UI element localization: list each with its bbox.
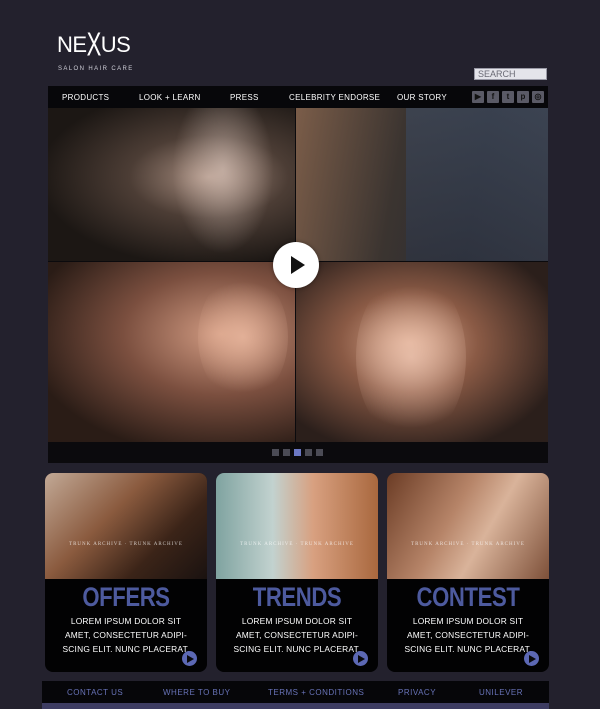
hero-image-stylist-hands xyxy=(296,108,548,261)
hero-image-woman-hair xyxy=(48,108,295,261)
carousel-dot[interactable] xyxy=(272,449,279,456)
card-text: LOREM IPSUM DOLOR SIT AMET, CONSECTETUR … xyxy=(404,616,532,654)
card-contest[interactable]: TRUNK ARCHIVE · TRUNK ARCHIVE CONTEST LO… xyxy=(387,473,549,672)
card-title: OFFERS xyxy=(82,582,170,612)
hero-video[interactable] xyxy=(48,108,548,463)
carousel-dots xyxy=(272,449,323,456)
nav-item-celebrity-endorse[interactable]: CELEBRITY ENDORSE xyxy=(289,93,380,102)
card-arrow-icon[interactable] xyxy=(353,651,368,666)
card-title: CONTEST xyxy=(416,582,520,612)
footer-link-terms[interactable]: TERMS + CONDITIONS xyxy=(268,688,364,697)
nexus-logo[interactable]: NEXUS SALON HAIR CARE xyxy=(57,22,139,74)
pinterest-icon[interactable]: p xyxy=(517,91,529,103)
card-image: TRUNK ARCHIVE · TRUNK ARCHIVE xyxy=(216,473,378,579)
nav-item-press[interactable]: PRESS xyxy=(230,93,259,102)
card-arrow-icon[interactable] xyxy=(524,651,539,666)
nav-item-our-story[interactable]: OUR STORY xyxy=(397,93,447,102)
footer-nav: CONTACT US WHERE TO BUY TERMS + CONDITIO… xyxy=(42,681,549,703)
twitter-icon[interactable]: t xyxy=(502,91,514,103)
main-nav: PRODUCTS LOOK + LEARN PRESS CELEBRITY EN… xyxy=(48,86,548,108)
logo-tagline: SALON HAIR CARE xyxy=(58,66,134,72)
image-watermark: TRUNK ARCHIVE · TRUNK ARCHIVE xyxy=(411,542,525,547)
image-watermark: TRUNK ARCHIVE · TRUNK ARCHIVE xyxy=(240,542,354,547)
footer-link-where-to-buy[interactable]: WHERE TO BUY xyxy=(163,688,231,697)
play-button[interactable] xyxy=(273,242,319,288)
instagram-icon[interactable]: ◎ xyxy=(532,91,544,103)
carousel-dot-active[interactable] xyxy=(294,449,301,456)
carousel-dot[interactable] xyxy=(316,449,323,456)
footer-link-unilever[interactable]: UNILEVER xyxy=(479,688,523,697)
hero-image-blowdry xyxy=(296,262,548,442)
card-trends[interactable]: TRUNK ARCHIVE · TRUNK ARCHIVE TRENDS LOR… xyxy=(216,473,378,672)
footer-link-contact-us[interactable]: CONTACT US xyxy=(67,688,123,697)
card-title: TRENDS xyxy=(252,582,342,612)
nav-item-products[interactable]: PRODUCTS xyxy=(62,93,109,102)
card-text: LOREM IPSUM DOLOR SIT AMET, CONSECTETUR … xyxy=(62,616,190,654)
hero-image-brushing xyxy=(48,262,295,442)
facebook-icon[interactable]: f xyxy=(487,91,499,103)
social-links: ▶ f t p ◎ xyxy=(472,91,544,103)
nav-item-look-learn[interactable]: LOOK + LEARN xyxy=(139,93,201,102)
image-watermark: TRUNK ARCHIVE · TRUNK ARCHIVE xyxy=(69,542,183,547)
logo-wordmark: NEXUS xyxy=(57,25,131,64)
card-text: LOREM IPSUM DOLOR SIT AMET, CONSECTETUR … xyxy=(233,616,361,654)
footer-link-privacy[interactable]: PRIVACY xyxy=(398,688,436,697)
card-image: TRUNK ARCHIVE · TRUNK ARCHIVE xyxy=(45,473,207,579)
carousel-dot[interactable] xyxy=(305,449,312,456)
youtube-icon[interactable]: ▶ xyxy=(472,91,484,103)
search-input[interactable] xyxy=(474,68,547,80)
card-offers[interactable]: TRUNK ARCHIVE · TRUNK ARCHIVE OFFERS LOR… xyxy=(45,473,207,672)
card-arrow-icon[interactable] xyxy=(182,651,197,666)
footer-strip xyxy=(42,703,549,709)
card-image: TRUNK ARCHIVE · TRUNK ARCHIVE xyxy=(387,473,549,579)
carousel-dot[interactable] xyxy=(283,449,290,456)
